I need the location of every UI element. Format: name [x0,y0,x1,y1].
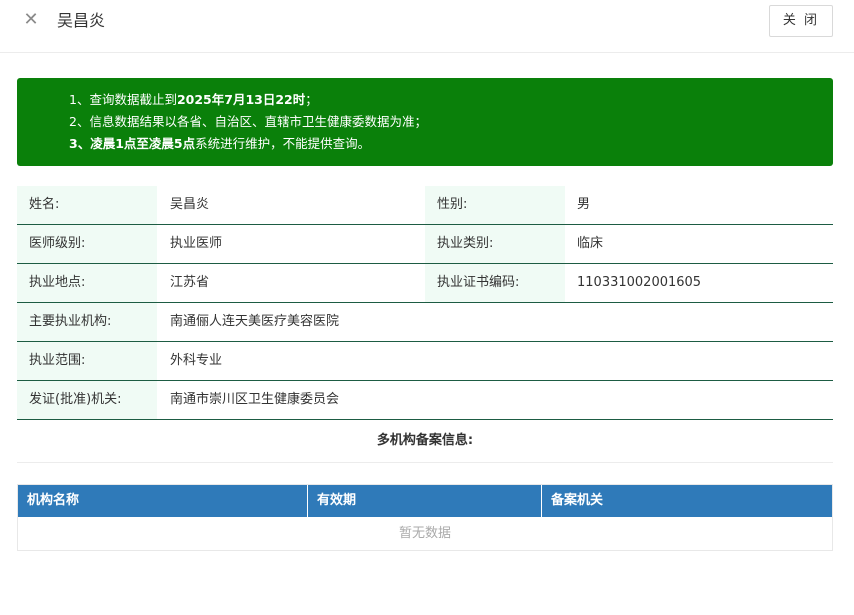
table-header: 机构名称 有效期 备案机关 [18,485,832,517]
empty-state: 暂无数据 [398,526,451,541]
type-value: 临床 [577,236,604,251]
multi-org-table: 机构名称 有效期 备案机关 暂无数据 [17,484,833,551]
cert-value: 110331002001605 [577,275,702,290]
name-label: 姓名: [17,186,157,224]
place-label: 执业地点: [17,264,157,302]
notice-line-2: 2、信息数据结果以各省、自治区、直辖市卫生健康委数据为准； [69,114,427,129]
column-header-org-name: 机构名称 [18,485,308,517]
info-row: 发证(批准)机关: 南通市崇川区卫生健康委员会 [17,381,833,420]
cert-label: 执业证书编码: [425,264,565,302]
name-value: 吴昌炎 [170,197,210,212]
column-header-issuer: 备案机关 [551,493,604,508]
type-label: 执业类别: [425,225,565,263]
issuer-label: 发证(批准)机关: [17,381,157,419]
org-label: 主要执业机构: [17,303,157,341]
column-header-validity: 有效期 [308,485,542,517]
dialog-title: 吴昌炎 [57,11,106,30]
gender-label: 性别: [425,186,565,224]
info-row: 执业范围: 外科专业 [17,342,833,381]
scope-value: 外科专业 [170,353,223,368]
place-value: 江苏省 [170,275,210,290]
close-button[interactable]: 关 闭 [769,5,833,37]
scope-label: 执业范围: [17,342,157,380]
issuer-value: 南通市崇川区卫生健康委员会 [170,392,340,407]
notice-line-1: 1、查询数据截止到2025年7月13日22时； [69,92,318,107]
org-value: 南通俪人连天美医疗美容医院 [170,314,340,329]
gender-value: 男 [577,197,591,212]
dialog-header: ✕ 吴昌炎 关 闭 [0,0,854,53]
multi-org-title: 多机构备案信息: [17,425,833,463]
notice-banner: 1、查询数据截止到2025年7月13日22时； 2、信息数据结果以各省、自治区、… [17,78,833,166]
notice-line-3: 3、凌晨1点至凌晨5点系统进行维护，不能提供查询。 [69,136,371,151]
level-value: 执业医师 [170,236,223,251]
info-row: 主要执业机构: 南通俪人连天美医疗美容医院 [17,303,833,342]
info-row: 医师级别: 执业医师 执业类别: 临床 [17,225,833,264]
doctor-info-table: 姓名: 吴昌炎 性别: 男 医师级别: 执业医师 执业类别: 临床 执业地点: … [17,186,833,420]
level-label: 医师级别: [17,225,157,263]
info-row: 执业地点: 江苏省 执业证书编码: 110331002001605 [17,264,833,303]
info-row: 姓名: 吴昌炎 性别: 男 [17,186,833,225]
close-icon[interactable]: ✕ [20,9,42,31]
